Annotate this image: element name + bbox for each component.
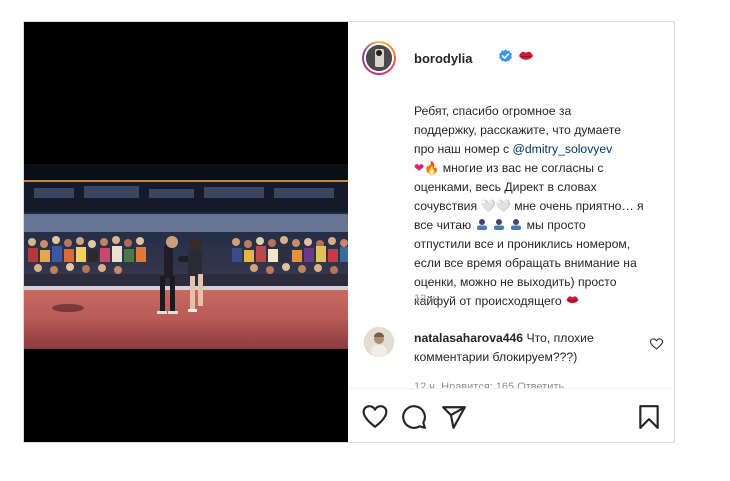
- caption-line: оценками, весь Директ в словах: [414, 180, 597, 194]
- lips-emoji-icon: [519, 51, 533, 60]
- comment-meta: 12 ч. Нравится: 165 Ответить: [414, 381, 565, 388]
- fire-emoji-icon: 🔥: [424, 161, 440, 175]
- ice-show-video-still: [24, 164, 348, 349]
- bookmark-icon[interactable]: [636, 404, 662, 430]
- comment-like-heart-icon[interactable]: [650, 338, 663, 350]
- avatar-border: [364, 43, 394, 73]
- instagram-post: borodylia Ребят, спасибо огромное за под…: [23, 21, 675, 443]
- post-action-bar: [348, 389, 674, 442]
- verified-badge-icon: [499, 49, 512, 63]
- caption-line: сочувствия 🤍🤍 мне очень приятно… я: [414, 199, 644, 213]
- caption-line: оценки, можно не выходить) просто: [414, 275, 617, 289]
- avatar-photo: [366, 45, 392, 71]
- post-header: borodylia: [348, 22, 674, 86]
- video-frame[interactable]: [24, 164, 348, 349]
- comment-bubble-icon[interactable]: [401, 404, 427, 430]
- post-media[interactable]: [24, 22, 348, 442]
- commenter-avatar[interactable]: [364, 327, 394, 357]
- caption-line: кайфуй от происходящего: [414, 292, 664, 311]
- person-emoji-icon: [493, 219, 504, 230]
- person-emoji-icon: [511, 219, 522, 230]
- caption-line: поддержку, расскажите, что думаете: [414, 123, 622, 137]
- avatar[interactable]: [362, 41, 396, 75]
- caption-line: если все время обращать внимание на: [414, 256, 637, 270]
- caption-text: про наш номер с: [414, 142, 513, 156]
- caption-text: все читаю: [414, 218, 475, 232]
- person-emoji-icon: [476, 219, 487, 230]
- heart-icon[interactable]: [362, 404, 388, 430]
- caption-text: многие из вас не согласны с: [439, 161, 604, 175]
- paper-plane-icon[interactable]: [441, 404, 467, 430]
- caption-line: отпустили все и прониклись номером,: [414, 237, 631, 251]
- avatar-photo-art: [366, 45, 392, 71]
- caption-line: все читаю мы просто: [414, 216, 664, 235]
- caption-line: ❤🔥 многие из вас не согласны с: [414, 159, 664, 178]
- post-author-username[interactable]: borodylia: [414, 51, 473, 66]
- caption-text: мы просто: [523, 218, 586, 232]
- comment-item: natalasaharova446 Что, плохие комментари…: [414, 329, 638, 367]
- mention-link[interactable]: @dmitry_solovyev: [513, 142, 613, 156]
- post-caption: Ребят, спасибо огромное за поддержку, ра…: [414, 102, 664, 311]
- commenter-avatar-art: [364, 327, 394, 357]
- page: borodylia Ребят, спасибо огромное за под…: [0, 0, 730, 481]
- comment-username[interactable]: natalasaharova446: [414, 331, 523, 345]
- heart-emoji-icon: ❤: [414, 161, 425, 175]
- post-side-panel: borodylia Ребят, спасибо огромное за под…: [348, 22, 674, 442]
- lips-emoji-icon: [566, 296, 579, 304]
- caption-line: Ребят, спасибо огромное за: [414, 104, 572, 118]
- post-timestamp[interactable]: 12 ч.: [414, 293, 438, 305]
- caption-line: про наш номер с @dmitry_solovyev: [414, 140, 664, 159]
